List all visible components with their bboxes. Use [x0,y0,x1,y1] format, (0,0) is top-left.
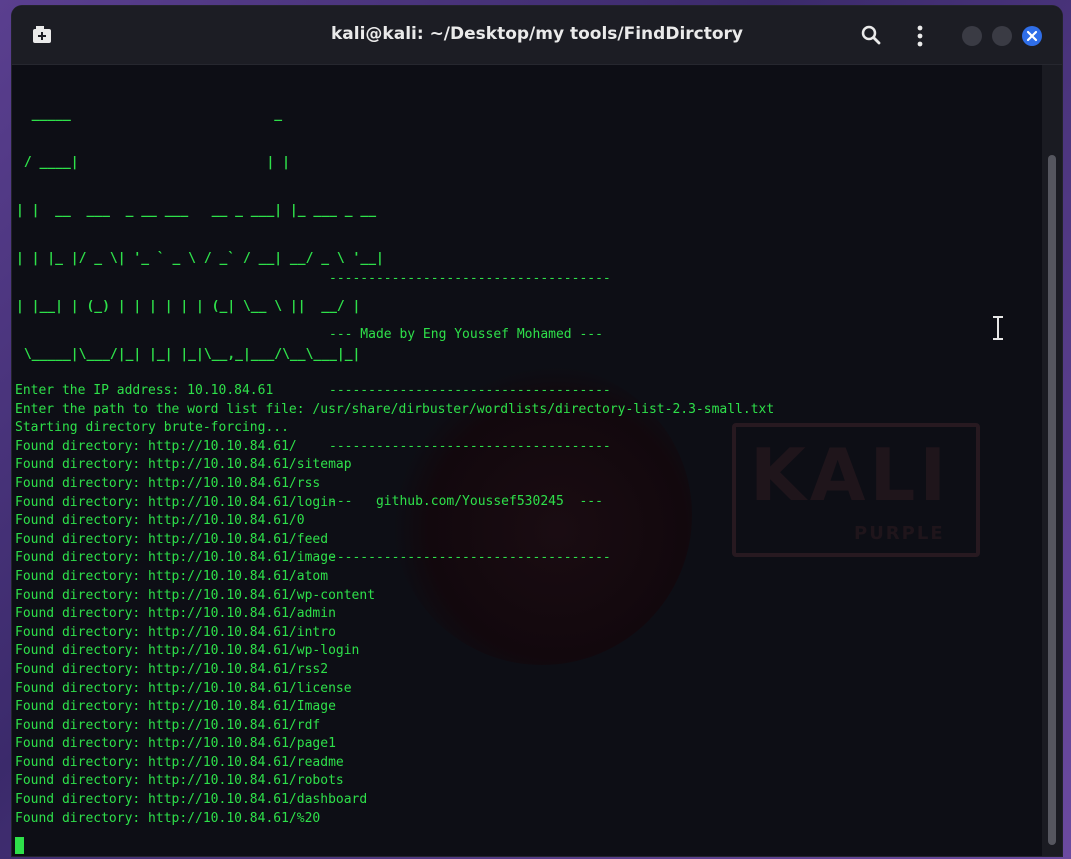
found-directory-line: Found directory: http://10.10.84.61/0 [15,513,305,529]
terminal-content[interactable]: KALI PURPLE _____ _ / ____| | | | | __ _… [12,65,1042,856]
text-cursor-icon [993,316,1003,340]
close-icon [1026,30,1038,42]
found-directory-line: Found directory: http://10.10.84.61/page… [15,736,336,752]
watermark-purple-text: PURPLE [854,523,945,544]
found-directory-line: Found directory: http://10.10.84.61/site… [15,457,352,473]
found-directory-line: Found directory: http://10.10.84.61/Imag… [15,699,336,715]
credits-line: ------------------------------------ [329,271,611,287]
found-directory-line: Found directory: http://10.10.84.61/wp-c… [15,587,376,603]
found-directory-line: Found directory: http://10.10.84.61/dash… [15,792,368,808]
wordlist-prompt-line: Enter the path to the word list file: /u… [15,401,775,417]
vertical-scrollbar[interactable] [1042,65,1062,856]
found-directory-line: Found directory: http://10.10.84.61/%20 [15,810,321,826]
title-bar[interactable]: kali@kali: ~/Desktop/my tools/FindDircto… [12,6,1062,65]
found-directory-line: Found directory: http://10.10.84.61/lice… [15,680,352,696]
close-button[interactable] [1022,26,1042,46]
found-directory-line: Found directory: http://10.10.84.61/logi… [15,494,336,510]
scrollbar-thumb[interactable] [1048,155,1056,845]
found-directory-line: Found directory: http://10.10.84.61/rdf [15,717,321,733]
banner-line: _____ _ [16,107,361,122]
found-directory-line: Found directory: http://10.10.84.61/admi… [15,606,336,622]
minimize-button[interactable] [962,26,982,46]
found-directory-line: Found directory: http://10.10.84.61/robo… [15,773,344,789]
search-icon[interactable] [860,24,882,46]
kebab-menu-icon[interactable] [914,24,926,48]
terminal-cursor [15,837,24,854]
maximize-button[interactable] [992,26,1012,46]
credits-line: --- Made by Eng Youssef Mohamed --- [329,326,603,342]
window-title: kali@kali: ~/Desktop/my tools/FindDircto… [330,24,744,44]
found-directory-line: Found directory: http://10.10.84.61/rss [15,475,321,491]
found-directory-line: Found directory: http://10.10.84.61/rss2 [15,661,329,677]
terminal-output: Enter the IP address: 10.10.84.61 Enter … [15,382,774,828]
watermark-kali-text: KALI [750,433,951,517]
found-directory-line: Found directory: http://10.10.84.61/ [15,438,297,454]
banner-line: / ____| | | [16,155,361,170]
found-directory-line: Found directory: http://10.10.84.61/feed [15,531,329,547]
found-directory-line: Found directory: http://10.10.84.61/intr… [15,624,336,640]
found-directory-line: Found directory: http://10.10.84.61/atom [15,568,329,584]
terminal-window: kali@kali: ~/Desktop/my tools/FindDircto… [12,6,1062,856]
found-directory-line: Found directory: http://10.10.84.61/read… [15,754,344,770]
found-directory-line: Found directory: http://10.10.84.61/wp-l… [15,643,360,659]
found-directory-line: Found directory: http://10.10.84.61/imag… [15,550,336,566]
ip-prompt-line: Enter the IP address: 10.10.84.61 [15,383,274,398]
status-line: Starting directory brute-forcing... [15,420,289,436]
banner-line: | | __ ___ _ __ ___ __ _ ___| |_ ___ _ _… [16,203,384,218]
